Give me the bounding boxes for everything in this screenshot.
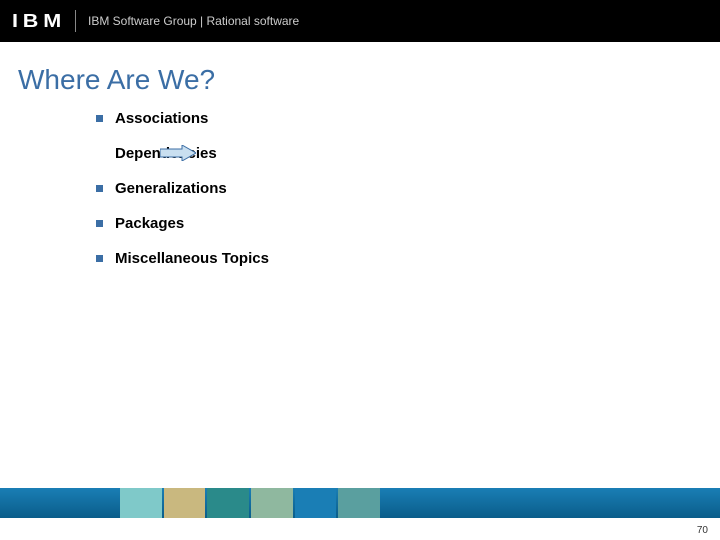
- current-arrow-icon: [160, 145, 196, 166]
- footer-accent-graphic: [120, 488, 380, 518]
- bullet-item-misc-topics: Miscellaneous Topics: [96, 250, 720, 267]
- footer-block: [251, 488, 293, 518]
- footer-block: [120, 488, 162, 518]
- bullet-list: Associations Dependencies Generalization…: [96, 110, 720, 267]
- footer-bar: [0, 488, 720, 518]
- bullet-label: Generalizations: [115, 180, 227, 197]
- footer-block: [338, 488, 380, 518]
- slide-header: IBM IBM Software Group | Rational softwa…: [0, 0, 720, 42]
- bullet-square-icon: [96, 255, 103, 262]
- slide-title: Where Are We?: [18, 64, 720, 96]
- bullet-square-icon: [96, 220, 103, 227]
- bullet-item-generalizations: Generalizations: [96, 180, 720, 197]
- footer-block: [164, 488, 206, 518]
- bullet-item-packages: Packages: [96, 215, 720, 232]
- header-group-text: IBM Software Group | Rational software: [88, 14, 299, 28]
- footer-block: [295, 488, 337, 518]
- page-number: 70: [697, 525, 708, 536]
- bullet-label: Associations: [115, 110, 208, 127]
- bullet-label: Packages: [115, 215, 184, 232]
- footer-block: [207, 488, 249, 518]
- bullet-square-icon: [96, 115, 103, 122]
- bullet-square-icon: [96, 185, 103, 192]
- bullet-item-associations: Associations: [96, 110, 720, 127]
- ibm-logo: IBM: [12, 11, 66, 32]
- header-divider: [75, 10, 76, 32]
- bullet-label: Miscellaneous Topics: [115, 250, 269, 267]
